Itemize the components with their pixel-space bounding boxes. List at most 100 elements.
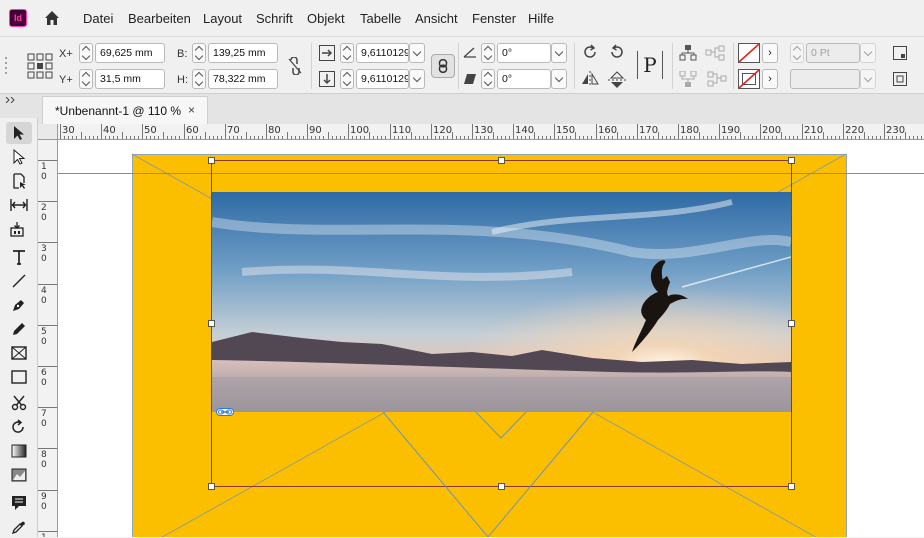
- gap-tool[interactable]: [6, 194, 32, 216]
- constrain-scale-button[interactable]: [431, 54, 455, 78]
- flip-horizontal-icon[interactable]: [581, 71, 599, 87]
- vertical-ruler[interactable]: 1 0 2 0 3 0 4 0 5 0 6 0 7 0 8 0 9 0 1 0 0: [38, 140, 58, 537]
- flip-vertical-icon[interactable]: [608, 71, 626, 89]
- resize-handle-top[interactable]: [498, 157, 505, 164]
- menu-hilfe[interactable]: Hilfe: [528, 11, 554, 26]
- scale-x-stepper[interactable]: [340, 43, 354, 63]
- stroke-none-swatch[interactable]: [738, 69, 760, 89]
- free-transform-tool[interactable]: [6, 416, 32, 438]
- rotate-field[interactable]: 0°: [497, 43, 551, 63]
- ruler-tick: [38, 325, 57, 326]
- auto-fit-icon[interactable]: [892, 71, 908, 87]
- shear-dropdown[interactable]: [551, 69, 567, 89]
- rotate-stepper[interactable]: [481, 43, 495, 63]
- ruler-label: 1 0: [41, 162, 47, 182]
- ruler-tick: [678, 124, 679, 139]
- gradient-feather-tool[interactable]: [6, 464, 32, 486]
- eyedropper-tool[interactable]: [6, 516, 32, 538]
- menu-ansicht[interactable]: Ansicht: [415, 11, 458, 26]
- ruler-tick: [719, 124, 720, 139]
- ruler-label: 100: [350, 125, 370, 136]
- menu-schrift[interactable]: Schrift: [256, 11, 293, 26]
- frame-fitting-icon[interactable]: [892, 45, 908, 61]
- scale-y-field[interactable]: 9,61101290: [356, 69, 409, 89]
- menu-fenster[interactable]: Fenster: [472, 11, 516, 26]
- page-tool[interactable]: [6, 170, 32, 192]
- link-badge-icon[interactable]: [216, 408, 234, 416]
- y-position-field[interactable]: 31,5 mm: [95, 69, 165, 89]
- height-stepper[interactable]: [192, 69, 206, 89]
- ruler-label: 220: [845, 125, 865, 136]
- width-field[interactable]: 139,25 mm: [208, 43, 278, 63]
- constrain-proportions-icon[interactable]: [287, 57, 303, 75]
- ruler-tick: [554, 124, 555, 139]
- control-panel: X+ 69,625 mm Y+ 31,5 mm B: 139,25 mm H: …: [0, 36, 924, 94]
- horizontal-ruler[interactable]: 30 40 50 60 70 80 90 100 110 120 130 140 150 160 170 18…: [58, 124, 924, 140]
- rectangle-frame-tool[interactable]: [6, 342, 32, 364]
- ruler-minor-tick: [81, 132, 82, 139]
- home-icon[interactable]: [43, 9, 61, 27]
- fill-swatch-dropdown[interactable]: ›: [762, 43, 778, 63]
- menu-objekt[interactable]: Objekt: [307, 11, 345, 26]
- select-previous-object-icon: [707, 71, 727, 87]
- scale-x-dropdown[interactable]: [409, 43, 425, 63]
- line-tool[interactable]: [6, 270, 32, 292]
- shear-field[interactable]: 0°: [497, 69, 551, 89]
- x-stepper[interactable]: [79, 43, 93, 63]
- rotate-clockwise-icon[interactable]: [581, 43, 599, 61]
- rectangle-tool[interactable]: [6, 366, 32, 388]
- resize-handle-bottom-right[interactable]: [788, 483, 795, 490]
- scale-x-field[interactable]: 9,61101290: [356, 43, 409, 63]
- pen-tool[interactable]: [6, 294, 32, 316]
- scale-y-stepper[interactable]: [340, 69, 354, 89]
- close-icon[interactable]: ×: [188, 103, 195, 117]
- fill-none-swatch[interactable]: [738, 43, 760, 63]
- selection-tool[interactable]: [6, 122, 32, 144]
- frame-orientation-indicator[interactable]: P: [637, 51, 663, 79]
- resize-handle-left[interactable]: [208, 320, 215, 327]
- collapse-panels-icon[interactable]: [5, 97, 17, 103]
- ruler-tick: [38, 366, 57, 367]
- direct-selection-tool[interactable]: [6, 146, 32, 168]
- panel-grip-icon[interactable]: [4, 55, 8, 77]
- resize-handle-top-left[interactable]: [208, 157, 215, 164]
- width-stepper[interactable]: [192, 43, 206, 63]
- chevron-right-icon: ›: [768, 73, 772, 85]
- rotate-counterclockwise-icon[interactable]: [608, 43, 626, 61]
- resize-handle-bottom-left[interactable]: [208, 483, 215, 490]
- content-collector-tool[interactable]: [6, 218, 32, 240]
- scale-y-dropdown[interactable]: [409, 69, 425, 89]
- ruler-label: 6 0: [41, 368, 47, 388]
- y-stepper[interactable]: [79, 69, 93, 89]
- select-container-icon[interactable]: [679, 45, 697, 61]
- menu-tabelle[interactable]: Tabelle: [360, 11, 401, 26]
- stroke-type-field[interactable]: [790, 69, 860, 89]
- resize-handle-bottom[interactable]: [498, 483, 505, 490]
- rotate-angle-icon: [463, 47, 476, 58]
- ruler-origin[interactable]: [38, 124, 58, 140]
- scissors-tool[interactable]: [6, 392, 32, 414]
- pencil-tool[interactable]: [6, 318, 32, 340]
- document-canvas[interactable]: [58, 140, 924, 537]
- stroke-type-dropdown[interactable]: [860, 69, 876, 89]
- resize-handle-top-right[interactable]: [788, 157, 795, 164]
- gradient-swatch-tool[interactable]: [6, 440, 32, 462]
- document-tab[interactable]: *Unbenannt-1 @ 110 % ×: [42, 96, 208, 124]
- rotate-dropdown[interactable]: [551, 43, 567, 63]
- menu-datei[interactable]: Datei: [83, 11, 113, 26]
- note-tool[interactable]: [6, 492, 32, 514]
- stroke-swatch-dropdown[interactable]: ›: [762, 69, 778, 89]
- stroke-weight-field[interactable]: 0 Pt: [806, 43, 860, 63]
- x-position-field[interactable]: 69,625 mm: [95, 43, 165, 63]
- ruler-label: 2 0: [41, 203, 47, 223]
- menu-bearbeiten[interactable]: Bearbeiten: [128, 11, 191, 26]
- menu-layout[interactable]: Layout: [203, 11, 242, 26]
- ruler-minor-tick: [122, 132, 123, 139]
- height-field[interactable]: 78,322 mm: [208, 69, 278, 89]
- stroke-weight-stepper[interactable]: [790, 43, 804, 63]
- shear-stepper[interactable]: [481, 69, 495, 89]
- type-tool[interactable]: [6, 246, 32, 268]
- resize-handle-right[interactable]: [788, 320, 795, 327]
- reference-point-icon[interactable]: [27, 53, 53, 79]
- stroke-weight-dropdown[interactable]: [860, 43, 876, 63]
